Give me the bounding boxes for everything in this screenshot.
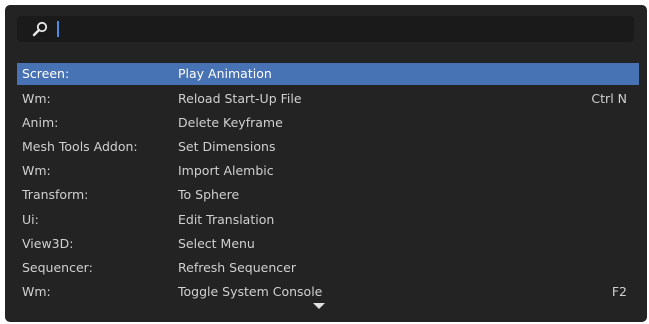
item-name: Reload Start-Up File — [178, 91, 302, 107]
item-name: Import Alembic — [178, 163, 274, 179]
item-category: Wm: — [22, 163, 51, 179]
search-results-list: Screen: Play Animation Wm: Reload Start-… — [17, 63, 639, 304]
item-name: Edit Translation — [178, 211, 275, 227]
item-name: Toggle System Console — [178, 283, 323, 299]
item-name: Set Dimensions — [178, 139, 276, 155]
list-item[interactable]: Wm: Toggle System Console F2 — [17, 280, 639, 304]
item-name: Delete Keyframe — [178, 115, 283, 131]
list-item[interactable]: Sequencer: Refresh Sequencer — [17, 256, 639, 280]
search-bar[interactable] — [17, 16, 634, 42]
text-cursor — [57, 21, 59, 37]
item-category: Screen: — [22, 66, 70, 81]
item-category: Wm: — [22, 91, 51, 107]
list-item[interactable]: View3D: Select Menu — [17, 232, 639, 256]
item-name: Select Menu — [178, 235, 255, 251]
item-name: Play Animation — [178, 66, 272, 81]
item-shortcut: Ctrl N — [591, 91, 627, 107]
search-icon — [32, 21, 48, 37]
list-item[interactable]: Screen: Play Animation — [17, 63, 639, 85]
list-item[interactable]: Wm: Import Alembic — [17, 159, 639, 183]
item-name: Refresh Sequencer — [178, 259, 296, 275]
item-category: Sequencer: — [22, 259, 93, 275]
chevron-down-icon[interactable] — [313, 303, 325, 309]
item-name: To Sphere — [178, 187, 240, 203]
list-item[interactable]: Ui: Edit Translation — [17, 208, 639, 232]
list-item[interactable]: Anim: Delete Keyframe — [17, 111, 639, 135]
item-category: View3D: — [22, 235, 74, 251]
item-category: Wm: — [22, 283, 51, 299]
list-item[interactable]: Mesh Tools Addon: Set Dimensions — [17, 135, 639, 159]
operator-search-popup: Screen: Play Animation Wm: Reload Start-… — [5, 5, 647, 322]
item-shortcut: F2 — [611, 283, 627, 299]
item-category: Anim: — [22, 115, 59, 131]
list-item[interactable]: Wm: Reload Start-Up File Ctrl N — [17, 87, 639, 111]
search-input[interactable] — [57, 19, 628, 39]
item-category: Mesh Tools Addon: — [22, 139, 138, 155]
item-category: Ui: — [22, 211, 39, 227]
item-category: Transform: — [22, 187, 89, 203]
list-item[interactable]: Transform: To Sphere — [17, 183, 639, 207]
